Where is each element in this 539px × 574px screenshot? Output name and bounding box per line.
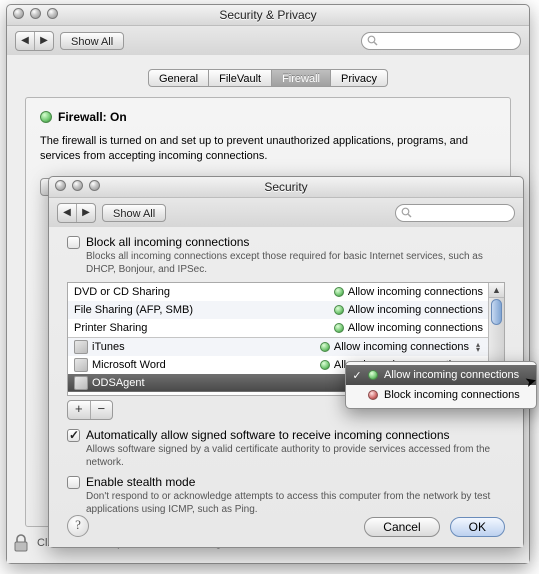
allow-dot-icon	[334, 287, 344, 297]
row-status-popup[interactable]: Allow incoming connections	[334, 304, 483, 316]
nav-group: ◀ ▶	[57, 203, 96, 223]
lock-icon[interactable]	[13, 533, 29, 553]
firewall-status-row: Firewall: On	[40, 110, 496, 124]
firewall-description: The firewall is turned on and set up to …	[40, 134, 496, 164]
block-all-row: Block all incoming connections	[67, 235, 505, 249]
allow-dot-icon	[320, 360, 330, 370]
forward-button[interactable]: ▶	[76, 204, 95, 222]
firewall-status-label: Firewall: On	[58, 110, 127, 124]
toolbar: ◀ ▶ Show All	[49, 198, 523, 228]
help-button[interactable]: ?	[67, 515, 89, 537]
row-status-label: Allow incoming connections	[348, 286, 483, 298]
stealth-row: Enable stealth mode	[67, 475, 505, 489]
status-on-icon	[40, 111, 52, 123]
row-status-popup[interactable]: Allow incoming connections	[334, 322, 483, 334]
connection-policy-menu[interactable]: ✓ Allow incoming connections Block incom…	[345, 361, 537, 409]
tab-firewall[interactable]: Firewall	[271, 69, 331, 87]
block-all-desc: Blocks all incoming connections except t…	[86, 251, 505, 276]
menu-item-label: Allow incoming connections	[384, 369, 519, 381]
auto-allow-label: Automatically allow signed software to r…	[86, 428, 450, 442]
auto-allow-checkbox[interactable]	[67, 429, 80, 442]
show-all-button[interactable]: Show All	[60, 32, 124, 50]
search-input[interactable]	[361, 32, 521, 50]
scroll-up-button[interactable]: ▲	[489, 283, 504, 298]
allow-dot-icon	[334, 305, 344, 315]
table-row[interactable]: iTunes Allow incoming connections ▴▾	[68, 338, 489, 356]
row-status-label: Allow incoming connections	[348, 322, 483, 334]
allow-dot-icon	[368, 370, 378, 380]
row-status-popup[interactable]: Allow incoming connections ▴▾	[320, 341, 483, 353]
row-status-label: Allow incoming connections	[334, 341, 469, 353]
forward-button[interactable]: ▶	[34, 32, 53, 50]
tab-general[interactable]: General	[148, 69, 209, 87]
search-icon	[367, 35, 378, 46]
ok-button[interactable]: OK	[450, 517, 505, 537]
app-icon	[74, 376, 88, 390]
row-status-label: Allow incoming connections	[348, 304, 483, 316]
tab-bar: General FileVault Firewall Privacy	[7, 69, 529, 87]
row-name: File Sharing (AFP, SMB)	[74, 304, 193, 316]
stealth-label: Enable stealth mode	[86, 475, 195, 489]
row-name: Microsoft Word	[92, 359, 166, 371]
row-name: ODSAgent	[92, 377, 145, 389]
nav-group: ◀ ▶	[15, 31, 54, 51]
tab-filevault[interactable]: FileVault	[208, 69, 272, 87]
show-all-button[interactable]: Show All	[102, 204, 166, 222]
block-dot-icon	[368, 390, 378, 400]
row-name: DVD or CD Sharing	[74, 286, 170, 298]
menu-item-block[interactable]: Block incoming connections	[346, 385, 536, 405]
app-icon	[74, 358, 88, 372]
table-row[interactable]: DVD or CD Sharing Allow incoming connect…	[68, 283, 489, 301]
scroll-thumb[interactable]	[491, 299, 502, 325]
tab-privacy[interactable]: Privacy	[330, 69, 388, 87]
titlebar[interactable]: Security & Privacy	[7, 5, 529, 26]
block-all-label: Block all incoming connections	[86, 235, 249, 249]
search-field-wrap	[395, 204, 515, 222]
search-icon	[401, 207, 412, 218]
block-all-checkbox[interactable]	[67, 236, 80, 249]
table-row[interactable]: Printer Sharing Allow incoming connectio…	[68, 319, 489, 337]
cancel-button[interactable]: Cancel	[364, 517, 439, 537]
allow-dot-icon	[334, 323, 344, 333]
popup-arrows-icon: ▴▾	[473, 342, 483, 352]
remove-app-button[interactable]: −	[90, 401, 113, 419]
search-field-wrap	[361, 32, 521, 50]
allow-dot-icon	[320, 342, 330, 352]
stealth-desc: Don't respond to or acknowledge attempts…	[86, 491, 505, 516]
search-input[interactable]	[395, 204, 515, 222]
checkmark-icon: ✓	[352, 369, 362, 382]
auto-allow-row: Automatically allow signed software to r…	[67, 428, 505, 442]
back-button[interactable]: ◀	[16, 32, 34, 50]
auto-allow-desc: Allows software signed by a valid certif…	[86, 444, 505, 469]
add-app-button[interactable]: +	[68, 401, 90, 419]
row-name: iTunes	[92, 341, 125, 353]
dialog-buttons: Cancel OK	[364, 517, 505, 537]
menu-item-allow[interactable]: ✓ Allow incoming connections	[346, 365, 536, 385]
window-title: Security	[49, 177, 523, 197]
stealth-checkbox[interactable]	[67, 476, 80, 489]
toolbar: ◀ ▶ Show All	[7, 26, 529, 56]
app-icon	[74, 340, 88, 354]
back-button[interactable]: ◀	[58, 204, 76, 222]
row-name: Printer Sharing	[74, 322, 147, 334]
row-status-popup[interactable]: Allow incoming connections	[334, 286, 483, 298]
titlebar[interactable]: Security	[49, 177, 523, 198]
firewall-options-window: Security ◀ ▶ Show All Block all incoming…	[48, 176, 524, 548]
add-remove-group: + −	[67, 400, 113, 420]
window-title: Security & Privacy	[7, 5, 529, 25]
table-row[interactable]: File Sharing (AFP, SMB) Allow incoming c…	[68, 301, 489, 319]
menu-item-label: Block incoming connections	[384, 389, 520, 401]
